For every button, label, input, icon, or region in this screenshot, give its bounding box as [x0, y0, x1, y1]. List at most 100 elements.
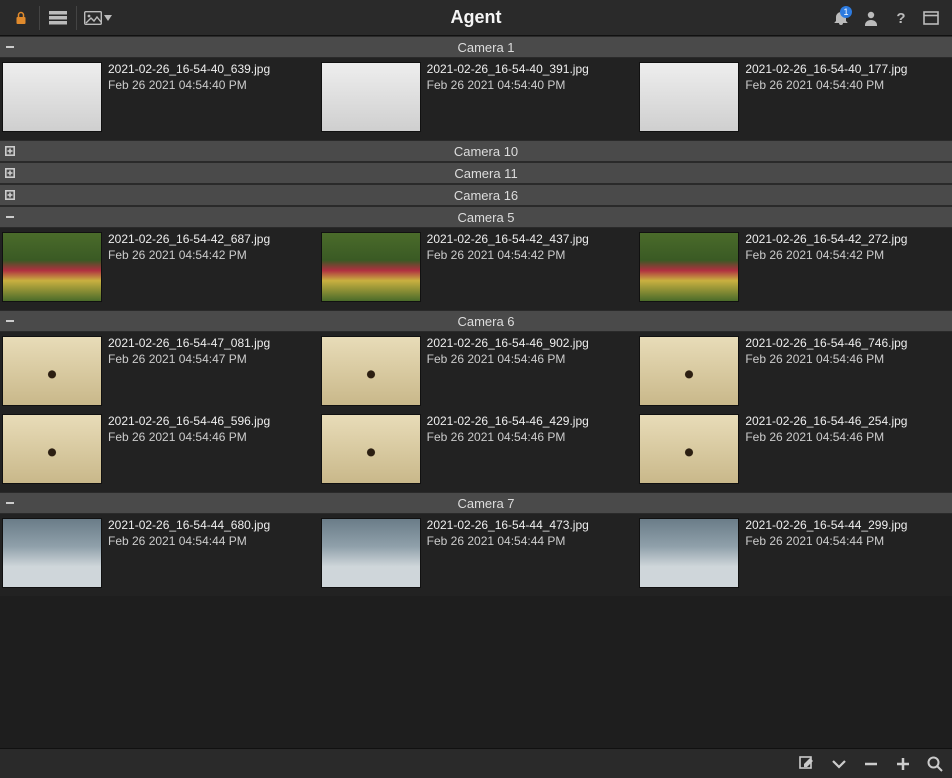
- thumbnail-image: [2, 518, 102, 588]
- content-scroll-area[interactable]: Camera 1 2021-02-26_16-54-40_639.jpgFeb 2…: [0, 36, 952, 748]
- thumbnail-image: [2, 336, 102, 406]
- thumbnail-datetime: Feb 26 2021 04:54:44 PM: [108, 534, 270, 550]
- thumbnail-datetime: Feb 26 2021 04:54:42 PM: [427, 248, 589, 264]
- thumbnail-image: [321, 336, 421, 406]
- thumbnail-image: [639, 62, 739, 132]
- camera-group-title: Camera 1: [20, 40, 952, 55]
- lock-icon[interactable]: [6, 4, 36, 32]
- collapse-icon: [0, 207, 20, 227]
- camera-group-header[interactable]: Camera 10: [0, 140, 952, 162]
- thumbnail-image: [2, 62, 102, 132]
- thumbnail-item[interactable]: 2021-02-26_16-54-46_429.jpgFeb 26 2021 0…: [321, 414, 632, 484]
- thumbnail-filename: 2021-02-26_16-54-42_272.jpg: [745, 232, 907, 248]
- zoom-in-button[interactable]: [894, 755, 912, 773]
- zoom-out-button[interactable]: [862, 755, 880, 773]
- thumbnail-item[interactable]: 2021-02-26_16-54-42_437.jpgFeb 26 2021 0…: [321, 232, 632, 302]
- app-title: Agent: [0, 7, 952, 28]
- camera-group-title: Camera 7: [20, 496, 952, 511]
- expand-icon: [0, 185, 20, 205]
- thumbnail-item[interactable]: 2021-02-26_16-54-46_746.jpgFeb 26 2021 0…: [639, 336, 950, 406]
- edit-button[interactable]: [798, 755, 816, 773]
- thumbnail-filename: 2021-02-26_16-54-40_177.jpg: [745, 62, 907, 78]
- expand-icon: [0, 163, 20, 183]
- thumbnail-item[interactable]: 2021-02-26_16-54-47_081.jpgFeb 26 2021 0…: [2, 336, 313, 406]
- notification-badge: 1: [840, 6, 852, 18]
- thumbnail-item[interactable]: 2021-02-26_16-54-44_299.jpgFeb 26 2021 0…: [639, 518, 950, 588]
- notifications-button[interactable]: 1: [826, 4, 856, 32]
- thumbnail-filename: 2021-02-26_16-54-46_596.jpg: [108, 414, 270, 430]
- thumbnail-image: [639, 336, 739, 406]
- account-button[interactable]: [856, 4, 886, 32]
- thumbnail-item[interactable]: 2021-02-26_16-54-46_254.jpgFeb 26 2021 0…: [639, 414, 950, 484]
- thumbnail-item[interactable]: 2021-02-26_16-54-40_639.jpgFeb 26 2021 0…: [2, 62, 313, 132]
- thumbnail-meta: 2021-02-26_16-54-40_177.jpgFeb 26 2021 0…: [745, 62, 907, 93]
- thumbnail-datetime: Feb 26 2021 04:54:44 PM: [427, 534, 589, 550]
- thumbnail-item[interactable]: 2021-02-26_16-54-44_473.jpgFeb 26 2021 0…: [321, 518, 632, 588]
- thumbnail-filename: 2021-02-26_16-54-47_081.jpg: [108, 336, 270, 352]
- thumbnail-filename: 2021-02-26_16-54-44_680.jpg: [108, 518, 270, 534]
- thumbnail-datetime: Feb 26 2021 04:54:40 PM: [108, 78, 270, 94]
- thumbnail-datetime: Feb 26 2021 04:54:42 PM: [108, 248, 270, 264]
- camera-group-header[interactable]: Camera 5: [0, 206, 952, 228]
- help-button[interactable]: ?: [886, 4, 916, 32]
- window-layout-button[interactable]: [916, 4, 946, 32]
- server-list-button[interactable]: [43, 4, 73, 32]
- thumbnail-item[interactable]: 2021-02-26_16-54-40_177.jpgFeb 26 2021 0…: [639, 62, 950, 132]
- thumbnail-meta: 2021-02-26_16-54-46_902.jpgFeb 26 2021 0…: [427, 336, 589, 367]
- thumbnail-datetime: Feb 26 2021 04:54:40 PM: [427, 78, 589, 94]
- thumbnail-image: [321, 414, 421, 484]
- camera-group-header[interactable]: Camera 6: [0, 310, 952, 332]
- thumbnail-image: [2, 414, 102, 484]
- thumbnail-item[interactable]: 2021-02-26_16-54-46_596.jpgFeb 26 2021 0…: [2, 414, 313, 484]
- thumbnail-datetime: Feb 26 2021 04:54:46 PM: [427, 430, 589, 446]
- thumbnail-meta: 2021-02-26_16-54-42_687.jpgFeb 26 2021 0…: [108, 232, 270, 263]
- camera-group-title: Camera 11: [20, 166, 952, 181]
- thumbnail-datetime: Feb 26 2021 04:54:46 PM: [108, 430, 270, 446]
- thumbnail-grid: 2021-02-26_16-54-44_680.jpgFeb 26 2021 0…: [0, 514, 952, 596]
- thumbnail-item[interactable]: 2021-02-26_16-54-40_391.jpgFeb 26 2021 0…: [321, 62, 632, 132]
- camera-group-title: Camera 6: [20, 314, 952, 329]
- thumbnail-image: [321, 232, 421, 302]
- toolbar-separator: [39, 6, 40, 30]
- top-toolbar: Agent 1 ?: [0, 0, 952, 36]
- search-button[interactable]: [926, 755, 944, 773]
- thumbnail-filename: 2021-02-26_16-54-42_687.jpg: [108, 232, 270, 248]
- collapse-icon: [0, 311, 20, 331]
- thumbnail-filename: 2021-02-26_16-54-42_437.jpg: [427, 232, 589, 248]
- app-root: Agent 1 ? Camera 12021-02-26_: [0, 0, 952, 778]
- thumbnail-datetime: Feb 26 2021 04:54:40 PM: [745, 78, 907, 94]
- thumbnail-grid: 2021-02-26_16-54-42_687.jpgFeb 26 2021 0…: [0, 228, 952, 310]
- chevron-down-icon[interactable]: [830, 755, 848, 773]
- toolbar-separator: [76, 6, 77, 30]
- thumbnail-image: [2, 232, 102, 302]
- collapse-icon: [0, 493, 20, 513]
- thumbnail-meta: 2021-02-26_16-54-46_429.jpgFeb 26 2021 0…: [427, 414, 589, 445]
- thumbnail-image: [639, 414, 739, 484]
- camera-group-header[interactable]: Camera 7: [0, 492, 952, 514]
- expand-icon: [0, 141, 20, 161]
- image-view-dropdown[interactable]: [80, 4, 116, 32]
- thumbnail-filename: 2021-02-26_16-54-46_254.jpg: [745, 414, 907, 430]
- thumbnail-meta: 2021-02-26_16-54-47_081.jpgFeb 26 2021 0…: [108, 336, 270, 367]
- thumbnail-meta: 2021-02-26_16-54-40_391.jpgFeb 26 2021 0…: [427, 62, 589, 93]
- thumbnail-filename: 2021-02-26_16-54-46_429.jpg: [427, 414, 589, 430]
- thumbnail-item[interactable]: 2021-02-26_16-54-42_272.jpgFeb 26 2021 0…: [639, 232, 950, 302]
- camera-group-title: Camera 16: [20, 188, 952, 203]
- camera-group-header[interactable]: Camera 11: [0, 162, 952, 184]
- thumbnail-grid: 2021-02-26_16-54-40_639.jpgFeb 26 2021 0…: [0, 58, 952, 140]
- camera-group-header[interactable]: Camera 1: [0, 36, 952, 58]
- thumbnail-item[interactable]: 2021-02-26_16-54-42_687.jpgFeb 26 2021 0…: [2, 232, 313, 302]
- thumbnail-filename: 2021-02-26_16-54-46_902.jpg: [427, 336, 589, 352]
- camera-group-header[interactable]: Camera 16: [0, 184, 952, 206]
- thumbnail-filename: 2021-02-26_16-54-40_391.jpg: [427, 62, 589, 78]
- thumbnail-grid: 2021-02-26_16-54-47_081.jpg Feb 26 2021 0…: [0, 332, 952, 492]
- thumbnail-item[interactable]: 2021-02-26_16-54-46_902.jpgFeb 26 2021 0…: [321, 336, 632, 406]
- camera-group-title: Camera 5: [20, 210, 952, 225]
- collapse-icon: [0, 37, 20, 57]
- thumbnail-image: [639, 232, 739, 302]
- thumbnail-meta: 2021-02-26_16-54-42_272.jpgFeb 26 2021 0…: [745, 232, 907, 263]
- thumbnail-meta: 2021-02-26_16-54-42_437.jpgFeb 26 2021 0…: [427, 232, 589, 263]
- thumbnail-item[interactable]: 2021-02-26_16-54-44_680.jpgFeb 26 2021 0…: [2, 518, 313, 588]
- thumbnail-filename: 2021-02-26_16-54-44_299.jpg: [745, 518, 907, 534]
- thumbnail-filename: 2021-02-26_16-54-44_473.jpg: [427, 518, 589, 534]
